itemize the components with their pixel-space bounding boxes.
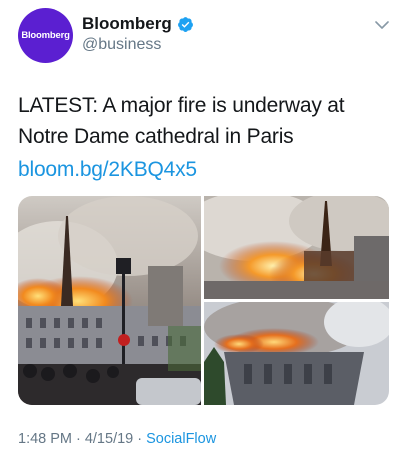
user-handle[interactable]: @business: [82, 36, 161, 54]
author-name-row[interactable]: Bloomberg: [82, 13, 194, 35]
chevron-down-icon[interactable]: [375, 20, 389, 30]
tweet-source-link[interactable]: SocialFlow: [146, 431, 216, 447]
avatar-logo-text: Bloomberg: [21, 30, 70, 41]
display-name[interactable]: Bloomberg: [82, 14, 172, 34]
meta-separator: ·: [76, 431, 81, 447]
tweet-text: LATEST: A major fire is underway at Notr…: [18, 94, 345, 148]
avatar[interactable]: Bloomberg: [18, 8, 73, 63]
tweet-time[interactable]: 1:48 PM: [18, 431, 72, 447]
photo-street-view[interactable]: [18, 196, 201, 405]
verified-badge-icon: [177, 16, 193, 32]
photo-spire-fire[interactable]: [204, 196, 389, 299]
tweet-card[interactable]: Bloomberg Bloomberg @business LATEST: A …: [0, 0, 406, 474]
media-grid[interactable]: [18, 196, 389, 405]
tweet-link[interactable]: bloom.bg/2KBQ4x5: [18, 158, 197, 182]
tweet-meta: 1:48 PM · 4/15/19 · SocialFlow: [18, 431, 216, 447]
meta-separator: ·: [137, 431, 143, 447]
photo-roof-fire[interactable]: [204, 302, 389, 405]
tweet-date[interactable]: 4/15/19: [85, 431, 133, 447]
